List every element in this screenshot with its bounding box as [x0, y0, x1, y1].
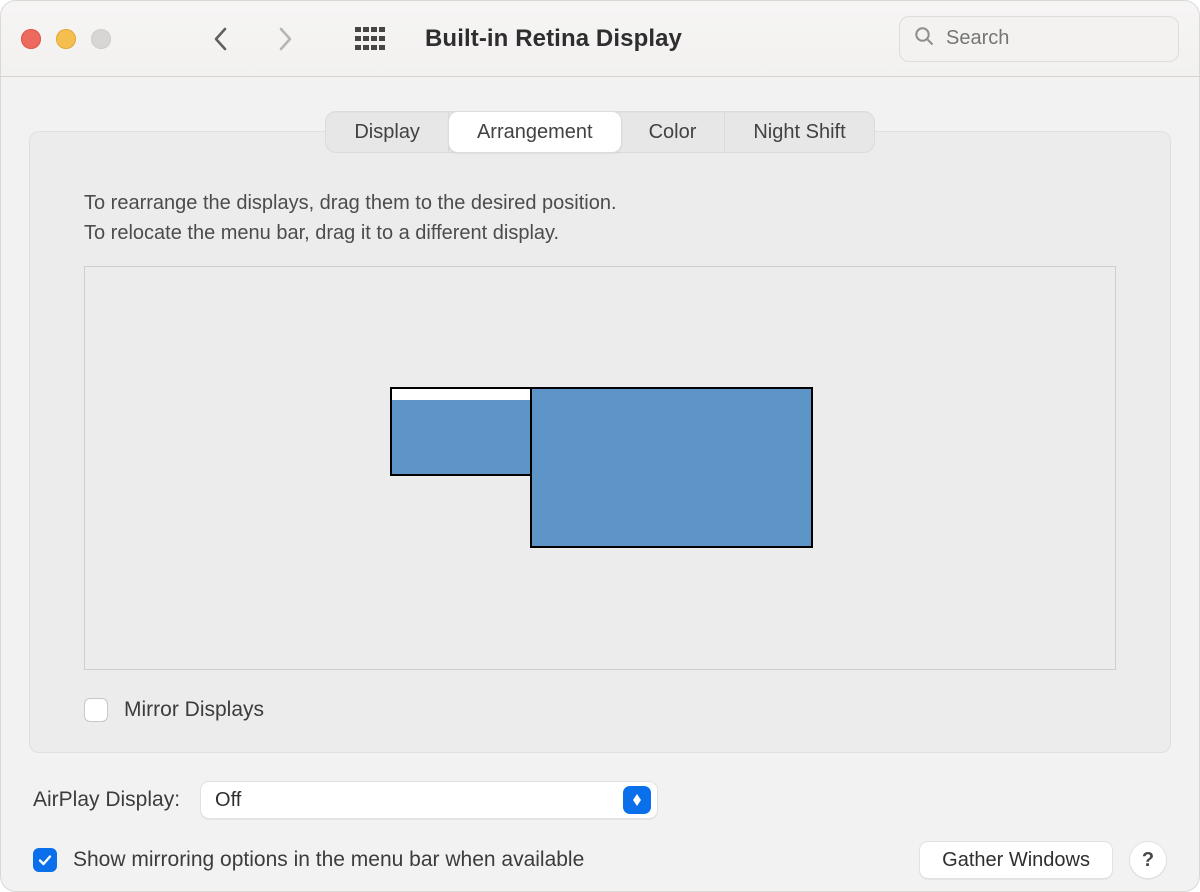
- show-all-prefs-button[interactable]: [355, 27, 385, 51]
- display-arrangement-canvas[interactable]: [84, 266, 1116, 670]
- display-secondary[interactable]: [530, 387, 813, 548]
- search-field[interactable]: [899, 16, 1179, 62]
- back-button[interactable]: [211, 25, 231, 53]
- search-icon: [914, 26, 934, 51]
- mirror-displays-label: Mirror Displays: [124, 698, 264, 722]
- mirror-displays-checkbox[interactable]: [84, 698, 108, 722]
- tab-color[interactable]: Color: [621, 112, 726, 152]
- forward-button[interactable]: [275, 25, 295, 53]
- tab-arrangement[interactable]: Arrangement: [448, 111, 622, 153]
- show-mirroring-label: Show mirroring options in the menu bar w…: [73, 848, 584, 872]
- titlebar: Built-in Retina Display: [1, 1, 1199, 77]
- help-button[interactable]: ?: [1129, 841, 1167, 879]
- airplay-value: Off: [215, 789, 623, 812]
- gather-windows-button[interactable]: Gather Windows: [919, 841, 1113, 879]
- minimize-window-button[interactable]: [56, 29, 76, 49]
- window-title: Built-in Retina Display: [425, 25, 682, 53]
- zoom-window-button[interactable]: [91, 29, 111, 49]
- arrangement-panel: To rearrange the displays, drag them to …: [29, 131, 1171, 753]
- system-preferences-window: Built-in Retina Display Display Arrangem…: [0, 0, 1200, 892]
- window-controls: [21, 29, 111, 49]
- airplay-label: AirPlay Display:: [33, 788, 180, 812]
- instruction-line-1: To rearrange the displays, drag them to …: [84, 188, 1116, 218]
- airplay-popup[interactable]: Off: [200, 781, 658, 819]
- display-primary[interactable]: [390, 398, 532, 476]
- menu-bar-handle[interactable]: [390, 387, 532, 400]
- instruction-line-2: To relocate the menu bar, drag it to a d…: [84, 218, 1116, 248]
- close-window-button[interactable]: [21, 29, 41, 49]
- show-mirroring-checkbox[interactable]: [33, 848, 57, 872]
- popup-indicator-icon: [623, 786, 651, 814]
- tab-display[interactable]: Display: [326, 112, 449, 152]
- search-input[interactable]: [944, 26, 1164, 51]
- tab-night-shift[interactable]: Night Shift: [725, 112, 873, 152]
- nav-buttons: [211, 25, 295, 53]
- instructions: To rearrange the displays, drag them to …: [84, 188, 1116, 248]
- tabs: Display Arrangement Color Night Shift: [325, 111, 874, 153]
